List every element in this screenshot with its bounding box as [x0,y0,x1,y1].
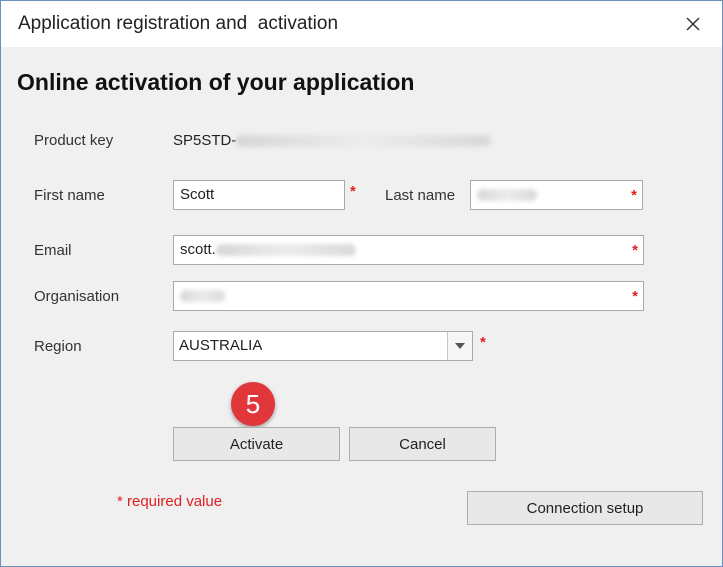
organisation-redaction [180,290,225,303]
connection-setup-button[interactable]: Connection setup [467,491,703,525]
email-required-marker: * [632,242,638,259]
product-key-redaction [236,135,492,148]
last-name-required-marker: * [631,187,637,204]
region-value: AUSTRALIA [179,337,263,354]
required-value-note: * required value [117,493,223,510]
last-name-redaction [477,189,537,202]
last-name-field[interactable]: * [470,180,643,210]
email-field[interactable]: scott. * [173,235,644,265]
activate-button[interactable]: Activate [173,427,340,461]
region-label: Region [34,338,82,355]
first-name-value: Scott [180,186,215,203]
title-bar: Application registration and activation [1,1,722,47]
chevron-down-icon [455,343,465,349]
first-name-required-marker: * [350,183,356,200]
product-key-text: SP5STD- [173,132,237,149]
region-dropdown-button[interactable] [447,332,472,360]
registration-dialog: Application registration and activation … [0,0,723,567]
first-name-field[interactable]: Scott [173,180,345,210]
close-icon [686,17,700,31]
region-required-marker: * [480,334,486,351]
first-name-label: First name [34,187,105,204]
last-name-label: Last name [385,187,456,204]
product-key-label: Product key [34,132,114,149]
organisation-label: Organisation [34,288,120,305]
dialog-content: Online activation of your application Pr… [1,47,722,566]
organisation-field[interactable]: * [173,281,644,311]
window-title: Application registration and activation [18,13,339,34]
cancel-button[interactable]: Cancel [349,427,496,461]
product-key-value: SP5STD- [173,132,492,149]
email-label: Email [34,242,72,259]
close-button[interactable] [678,9,708,39]
step-number-badge: 5 [231,382,275,426]
organisation-required-marker: * [632,288,638,305]
email-redaction [215,244,356,257]
page-title: Online activation of your application [17,69,415,95]
region-select[interactable]: AUSTRALIA [173,331,473,361]
email-value: scott. [180,241,216,258]
